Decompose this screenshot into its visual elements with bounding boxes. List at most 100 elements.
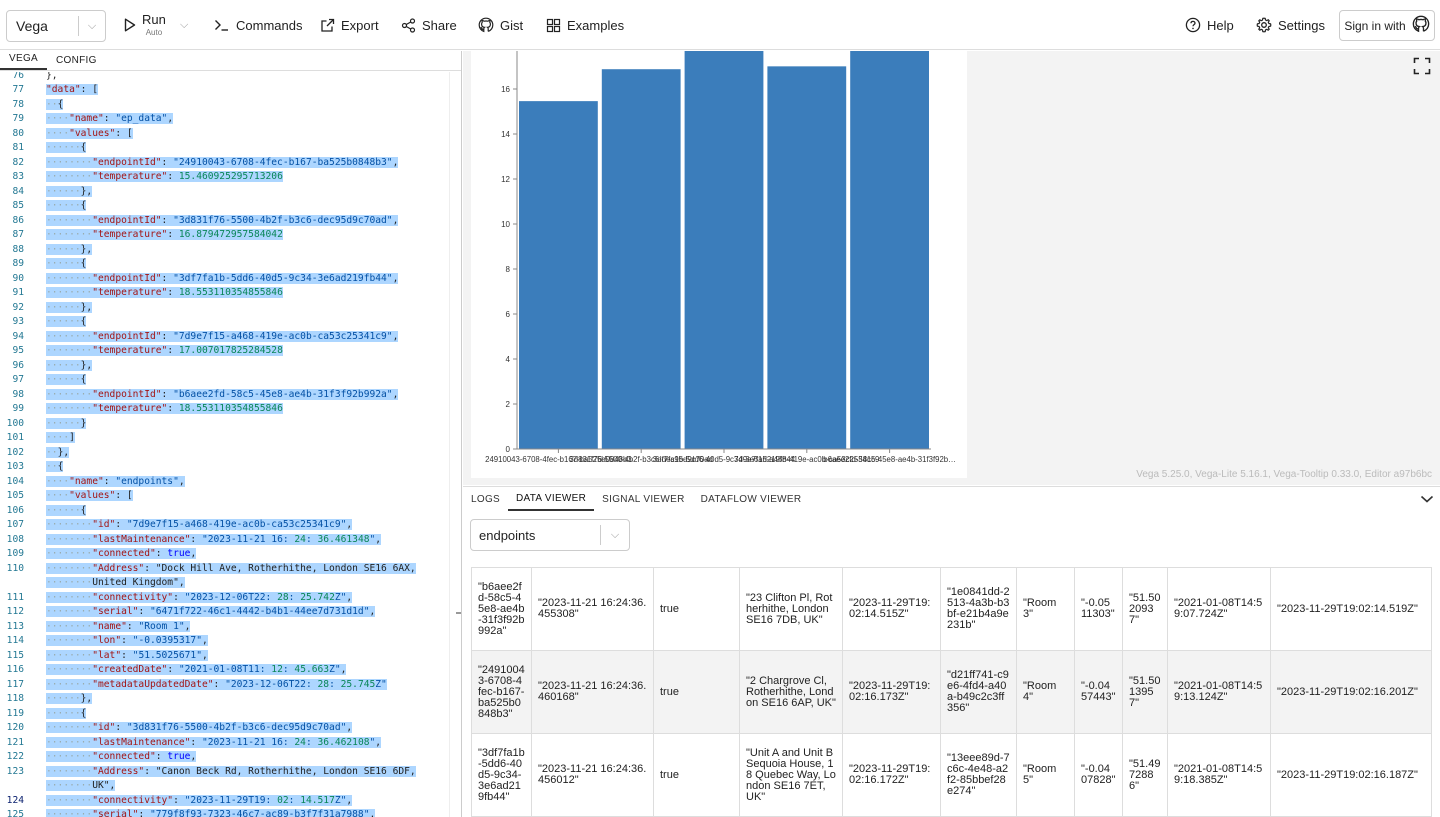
code-line: ········United Kingdom", (0, 576, 448, 591)
code-line: 79 ····"name": "ep_data", (0, 112, 448, 127)
code-line: 110 ········"Address": "Dock Hill Ave, Ro… (0, 561, 448, 576)
code-text: ······{ (46, 258, 87, 270)
table-cell: "2023-11-29T19:02:16.201Z" (1270, 650, 1432, 734)
y-tick-label: 2 (506, 400, 511, 409)
examples-button[interactable]: Examples (546, 0, 624, 50)
tab-dataflow-viewer[interactable]: DATAFLOW VIEWER (693, 487, 810, 511)
code-text: ······{ (46, 142, 87, 154)
spec-editor-panel: VEGA CONFIG 76}, 77 "data": [78 ··{79 ····"n… (0, 51, 462, 817)
line-number: 99 (12, 403, 24, 415)
settings-button[interactable]: Settings (1256, 0, 1325, 50)
line-number: 120 (6, 722, 24, 734)
code-line: 105 ····"values": [ (0, 489, 448, 504)
run-mode-chevron-down-icon[interactable]: ⌵ (180, 19, 188, 32)
code-text: ······{ (46, 707, 87, 719)
code-text: ········"serial": "6471f722-46c1-4442-b4… (46, 606, 376, 618)
code-text: ········"endpointId": "3df7fa1b-5dd6-40d… (46, 272, 399, 284)
code-line: 96 ······}, (0, 358, 448, 373)
table-cell: "2021-01-08T14:59:18.385Z" (1167, 733, 1271, 817)
line-number: 116 (6, 664, 24, 676)
code-line: 88 ······}, (0, 242, 448, 257)
line-number: 82 (12, 156, 24, 168)
code-line: ········UK", (0, 779, 448, 794)
github-icon (478, 17, 494, 33)
table-row: "3df7fa1b-5dd6-40d5-9c34-3e6ad219fb44" "2… (471, 733, 1432, 817)
tab-signal-viewer[interactable]: SIGNAL VIEWER (594, 487, 692, 511)
commands-button[interactable]: Commands (214, 0, 302, 50)
code-editor[interactable]: 76}, 77 "data": [78 ··{79 ····"name": "ep_da… (0, 72, 448, 817)
help-icon (1185, 17, 1201, 33)
line-number: 97 (12, 374, 24, 386)
data-table: "b6aee2fd-58c5-45e8-ae4b-31f3f92b992a" "2… (471, 567, 1432, 817)
editor-tabs: VEGA CONFIG (0, 51, 461, 71)
line-number: 108 (6, 533, 24, 545)
table-cell: "2021-01-08T14:59:07.724Z" (1167, 567, 1271, 651)
tab-logs[interactable]: LOGS (463, 487, 508, 511)
code-text: ··{ (46, 461, 64, 473)
gist-button[interactable]: Gist (478, 0, 523, 50)
table-cell: "Unit A and Unit B Sequoia House, 18 Que… (739, 733, 843, 817)
code-text: ········"lastMaintenance": "2023-11-21 1… (46, 736, 382, 748)
y-tick-label: 16 (501, 85, 510, 94)
help-button[interactable]: Help (1185, 0, 1234, 50)
run-button[interactable]: Run Auto (124, 0, 166, 50)
line-number: 107 (6, 519, 24, 531)
code-line: 94 ········"endpointId": "7d9e7f15-a468-4… (0, 329, 448, 344)
dataset-select[interactable]: endpoints ⌵ (470, 519, 630, 551)
code-line: 97 ······{ (0, 373, 448, 388)
code-text: "data": [ (46, 84, 98, 96)
chevron-down-icon[interactable]: ⌵ (601, 529, 629, 542)
fullscreen-icon[interactable] (1413, 57, 1431, 80)
y-tick-label: 8 (506, 265, 511, 274)
line-number: 105 (6, 490, 24, 502)
visualization-panel: 0 2 4 6 8 10 12 14 16 24910043-6708-4fec-b167-ba5… (463, 51, 1440, 485)
table-cell: "2023-11-21 16:24:36.455308" (531, 567, 654, 651)
code-text: ········"connected": true, (46, 751, 197, 763)
gear-icon (1256, 17, 1272, 33)
line-number: 119 (6, 707, 24, 719)
table-cell: true (653, 733, 740, 817)
table-cell: "23 Clifton Pl, Rotherhithe, London SE16… (739, 567, 843, 651)
code-line: 95 ········"temperature": 17.007017825284… (0, 344, 448, 359)
editor-scrollbar[interactable] (449, 72, 461, 817)
code-line: 119 ······{ (0, 706, 448, 721)
table-cell: "2023-11-21 16:24:36.456012" (531, 733, 654, 817)
line-number: 101 (6, 432, 24, 444)
table-cell: "51.5020937" (1122, 567, 1168, 651)
share-button[interactable]: Share (401, 0, 457, 50)
chart-canvas: 0 2 4 6 8 10 12 14 16 24910043-6708-4fec-b167-ba5… (471, 51, 967, 478)
code-text: ········"serial": "779f8f93-7323-46c7-ac… (46, 809, 376, 817)
tab-vega[interactable]: VEGA (0, 53, 47, 70)
code-line: 81 ······{ (0, 141, 448, 156)
tab-config[interactable]: CONFIG (47, 55, 106, 70)
code-line: 89 ······{ (0, 257, 448, 272)
line-number: 118 (6, 693, 24, 705)
line-number: 113 (6, 620, 24, 632)
sign-in-button[interactable]: Sign in with (1339, 10, 1435, 41)
app-header: Vega ⌵ Run Auto ⌵ Commands Export Share (0, 0, 1440, 50)
code-text: ········"endpointId": "b6aee2fd-58c5-45e… (46, 388, 399, 400)
chevron-down-icon[interactable]: ⌵ (79, 20, 105, 33)
code-text: ········"Address": "Canon Beck Rd, Rothe… (46, 765, 416, 777)
mode-select[interactable]: Vega ⌵ (6, 10, 106, 42)
table-row: "24910043-6708-4fec-b167-ba525b0848b3" "2… (471, 650, 1432, 734)
terminal-icon (214, 18, 230, 32)
github-icon (1412, 15, 1430, 36)
export-button[interactable]: Export (320, 0, 379, 50)
table-row: "b6aee2fd-58c5-45e8-ae4b-31f3f92b992a" "2… (471, 567, 1432, 651)
code-line: 86 ········"endpointId": "3d831f76-5500-4… (0, 213, 448, 228)
table-cell: "2023-11-29T19:02:14.515Z" (842, 567, 941, 651)
table-cell: "24910043-6708-4fec-b167-ba525b0848b3" (471, 650, 532, 734)
table-cell: true (653, 650, 740, 734)
code-text: ········"lat": "51.5025671", (46, 649, 208, 661)
code-line: 114 ········"lon": "-0.0395317", (0, 634, 448, 649)
share-icon (401, 17, 416, 33)
y-tick-label: 4 (506, 355, 511, 364)
run-mode-label: Auto (145, 28, 163, 37)
tab-data-viewer[interactable]: DATA VIEWER (508, 487, 595, 511)
collapse-chevron-down-icon[interactable] (1420, 491, 1434, 509)
table-cell: "b6aee2fd-58c5-45e8-ae4b-31f3f92b992a" (471, 567, 532, 651)
version-info: Vega 5.25.0, Vega-Lite 5.16.1, Vega-Tool… (1136, 469, 1432, 480)
line-number: 90 (12, 272, 24, 284)
table-cell: "51.5013957" (1122, 650, 1168, 734)
